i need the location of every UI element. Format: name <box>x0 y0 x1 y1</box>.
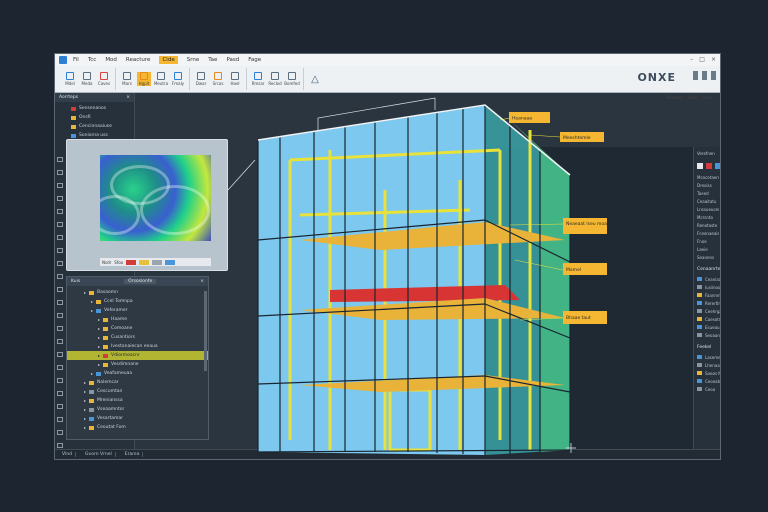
callout-5[interactable]: Bhaae taut <box>563 311 607 324</box>
svg-text:Meeshtemle: Meeshtemle <box>563 135 591 141</box>
svg-text:Mamel: Mamel <box>566 267 581 273</box>
svg-text:Neaeaat lseu moaaf: Neaeaat lseu moaaf <box>566 221 612 227</box>
svg-text:Heanaaa: Heanaaa <box>512 116 532 122</box>
svg-text:Bhaae taut: Bhaae taut <box>566 315 591 321</box>
callout-3[interactable]: Neaeaat lseu moaaf <box>563 218 612 234</box>
dimension-label: ruor <box>352 106 361 112</box>
callout-1[interactable]: Heanaaa <box>509 112 550 123</box>
callout-2[interactable]: Meeshtemle <box>560 132 604 142</box>
callout-4[interactable]: Mamel <box>563 263 607 275</box>
building-model: ruor Heanaaa Meeshtemle Neaeaat lseu moa… <box>257 97 612 455</box>
